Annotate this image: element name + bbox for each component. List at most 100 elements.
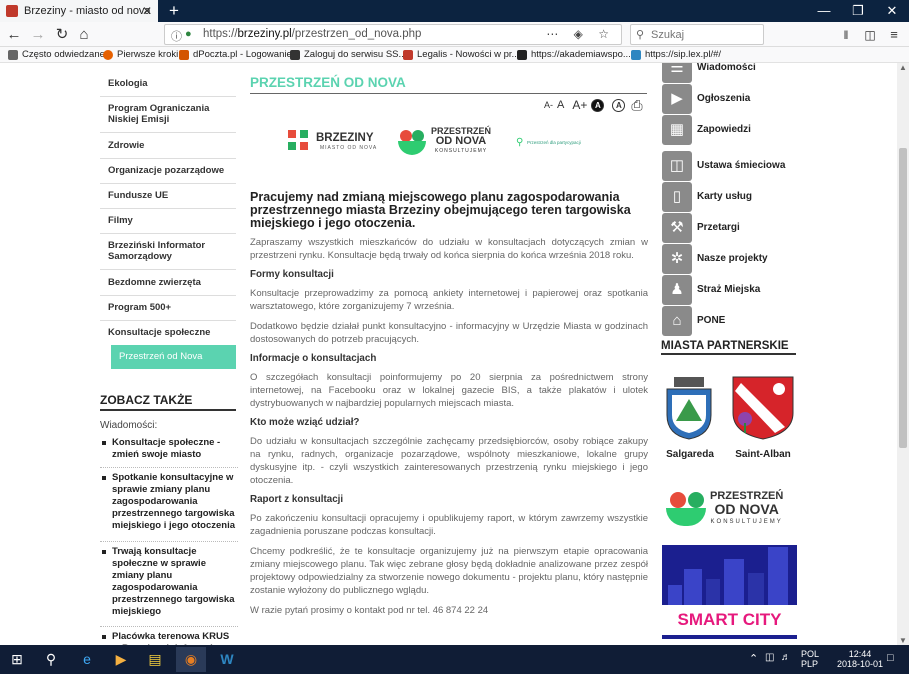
tab-title: Brzeziny - miasto od nova xyxy=(24,5,151,17)
section-heading: Raport z konsultacji xyxy=(250,494,344,505)
partycypacja-text: Przestrzeń dla partycypacji xyxy=(527,140,581,145)
left-nav-item[interactable]: Program Ograniczania Niskiej Emisji xyxy=(100,103,236,133)
contrast-dark-button[interactable]: A xyxy=(591,98,605,112)
bookmark-item[interactable]: Często odwiedzane xyxy=(8,49,105,60)
left-nav-item[interactable]: Ekologia xyxy=(100,78,236,97)
right-menu-item[interactable]: ♟ Straż Miejska xyxy=(662,275,802,305)
salgareda-crest-icon[interactable] xyxy=(662,375,716,441)
info-icon[interactable]: ⓘ xyxy=(171,28,182,44)
left-nav-item[interactable]: Filmy xyxy=(100,215,236,234)
guard-icon: ♟ xyxy=(662,275,692,305)
edge-icon[interactable]: e xyxy=(72,647,102,672)
page-title: PRZESTRZEŃ OD NOVA xyxy=(250,75,647,94)
search-icon: ⚲ xyxy=(636,29,645,41)
bookmark-icon xyxy=(517,49,527,60)
left-nav-item-active[interactable]: Przestrzeń od Nova xyxy=(111,345,236,369)
home-icon[interactable]: ⌂ xyxy=(74,25,94,45)
search-input[interactable] xyxy=(651,27,759,42)
font-normal-button[interactable]: A xyxy=(557,99,564,111)
browser-tab[interactable]: Brzeziny - miasto od nova ✕ xyxy=(0,0,158,22)
see-also-link[interactable]: Konsultacje społeczne - zmień swoje mias… xyxy=(100,437,238,461)
media-player-icon[interactable]: ▶ xyxy=(106,647,136,672)
firefox-icon[interactable]: ◉ xyxy=(176,647,206,672)
minimize-button[interactable]: — xyxy=(807,0,841,22)
left-nav-item[interactable]: Bezdomne zwierzęta xyxy=(100,277,236,296)
search-box[interactable]: ⚲ xyxy=(630,24,764,45)
menu-icon[interactable]: ≡ xyxy=(884,25,904,45)
article-heading: Pracujemy nad zmianą miejscowego planu z… xyxy=(250,190,631,230)
mail-icon xyxy=(179,49,189,60)
brzeziny-logo-sub: MIASTO OD NOVA xyxy=(320,145,378,151)
maximize-button[interactable]: ❐ xyxy=(841,0,875,22)
bookmark-icon xyxy=(631,49,641,60)
see-also-link[interactable]: Spotkanie konsultacyjne w sprawie zmiany… xyxy=(100,467,238,532)
print-icon[interactable]: ⎙ xyxy=(631,97,642,114)
right-menu-item[interactable]: ◫ Ustawa śmieciowa xyxy=(662,151,802,181)
right-menu-item[interactable]: ⚒ Przetargi xyxy=(662,213,802,243)
lock-icon[interactable]: ● xyxy=(185,28,192,40)
odnova-banner[interactable]: PRZESTRZEŃ OD NOVA KONSULTUJEMY xyxy=(662,486,798,530)
right-menu-item[interactable]: ▶ Ogłoszenia xyxy=(662,84,802,114)
sidebar-icon[interactable]: ◫ xyxy=(860,25,880,45)
article-paragraph: Zapraszamy wszystkich mieszkańców do udz… xyxy=(250,237,648,261)
right-menu-item[interactable]: ▯ Karty usług xyxy=(662,182,802,212)
url-text[interactable]: https://brzeziny.pl/przestrzen_od_nova.p… xyxy=(203,28,421,40)
favicon-icon xyxy=(6,5,18,17)
notifications-icon[interactable]: □ xyxy=(887,652,894,664)
bookmark-item[interactable]: Legalis - Nowości w pr... xyxy=(403,49,519,60)
tray-chevron-icon[interactable]: ⌃ xyxy=(749,652,758,665)
volume-icon[interactable]: ♬ xyxy=(781,652,791,663)
right-menu-item[interactable]: ▦ Zapowiedzi xyxy=(662,115,802,145)
font-larger-button[interactable]: A+ xyxy=(572,98,587,112)
bookmark-item[interactable]: Zaloguj do serwisu SS... xyxy=(290,49,406,60)
forward-icon[interactable]: → xyxy=(28,25,48,45)
partners-title: MIASTA PARTNERSKIE xyxy=(661,340,796,355)
article-paragraph: Dodatkowo będzie działał punkt konsultac… xyxy=(250,321,648,345)
word-icon[interactable]: W xyxy=(212,647,242,672)
odnova-logo-icon xyxy=(666,490,708,528)
partner-city-name[interactable]: Saint-Alban xyxy=(731,449,795,460)
smart-city-banner[interactable]: SMART CITY xyxy=(662,545,797,639)
partner-city-name[interactable]: Salgareda xyxy=(658,449,722,460)
tab-close-icon[interactable]: ✕ xyxy=(142,4,152,18)
language-indicator[interactable]: POL PLP xyxy=(801,649,819,669)
bookmark-item[interactable]: dPoczta.pl - Logowanie xyxy=(179,49,292,60)
right-menu-item[interactable]: ✲ Nasze projekty xyxy=(662,244,802,274)
bookmark-item[interactable]: Pierwsze kroki xyxy=(103,49,178,60)
calendar-icon: ▦ xyxy=(662,115,692,145)
reload-icon[interactable]: ↻ xyxy=(52,25,72,45)
see-also-link[interactable]: Trwają konsultacje społeczne w sprawie z… xyxy=(100,541,238,618)
left-nav-item[interactable]: Program 500+ xyxy=(100,302,236,321)
page-actions-icon[interactable]: ⋯ ◈ ☆ xyxy=(546,27,615,41)
windows-start-icon[interactable]: ⊞ xyxy=(2,647,32,672)
see-also-link[interactable]: Placówka terenowa KRUS w Brzezinach info… xyxy=(100,626,238,645)
article-paragraph: Po zakończeniu konsultacji opracujemy i … xyxy=(250,513,648,537)
left-nav-item[interactable]: Brzeziński Informator Samorządowy xyxy=(100,240,236,270)
section-heading: Kto może wziąć udział? xyxy=(250,417,360,428)
page-scrollbar[interactable]: ▲ ▼ xyxy=(897,63,909,645)
right-menu-item[interactable]: ⌂ PONE xyxy=(662,306,802,336)
clock[interactable]: 12:44 2018-10-01 xyxy=(833,649,887,669)
search-icon[interactable]: ⚲ xyxy=(36,647,66,672)
back-icon[interactable]: ← xyxy=(4,25,24,45)
scrollbar-thumb[interactable] xyxy=(899,148,907,448)
saint-alban-crest-icon[interactable] xyxy=(731,375,795,441)
left-nav-item[interactable]: Organizacje pozarządowe xyxy=(100,165,236,184)
close-window-button[interactable]: ✕ xyxy=(875,0,909,22)
left-nav-item[interactable]: Konsultacje społeczne xyxy=(100,327,236,346)
new-tab-button[interactable]: + xyxy=(164,1,184,21)
scroll-down-icon[interactable]: ▼ xyxy=(899,636,907,645)
network-icon[interactable]: ◫ xyxy=(765,652,774,663)
left-nav-item[interactable]: Zdrowie xyxy=(100,140,236,159)
left-nav-item[interactable]: Fundusze UE xyxy=(100,190,236,209)
contrast-light-button[interactable]: A xyxy=(612,98,626,112)
brzeziny-logo-text: BRZEZINY xyxy=(316,132,374,144)
file-explorer-icon[interactable]: ▤ xyxy=(140,647,170,672)
bookmark-item[interactable]: https://akademiawspo... xyxy=(517,49,631,60)
font-smaller-button[interactable]: A- xyxy=(544,100,553,110)
address-bar[interactable]: ⓘ ● https://brzeziny.pl/przestrzen_od_no… xyxy=(164,24,622,45)
bookmark-item[interactable]: https://sip.lex.pl/#/ xyxy=(631,49,721,60)
right-menu-item[interactable]: ☰ Wiadomości xyxy=(662,63,802,83)
library-icon[interactable]: ‖ xyxy=(836,25,856,45)
scroll-up-icon[interactable]: ▲ xyxy=(899,63,907,72)
